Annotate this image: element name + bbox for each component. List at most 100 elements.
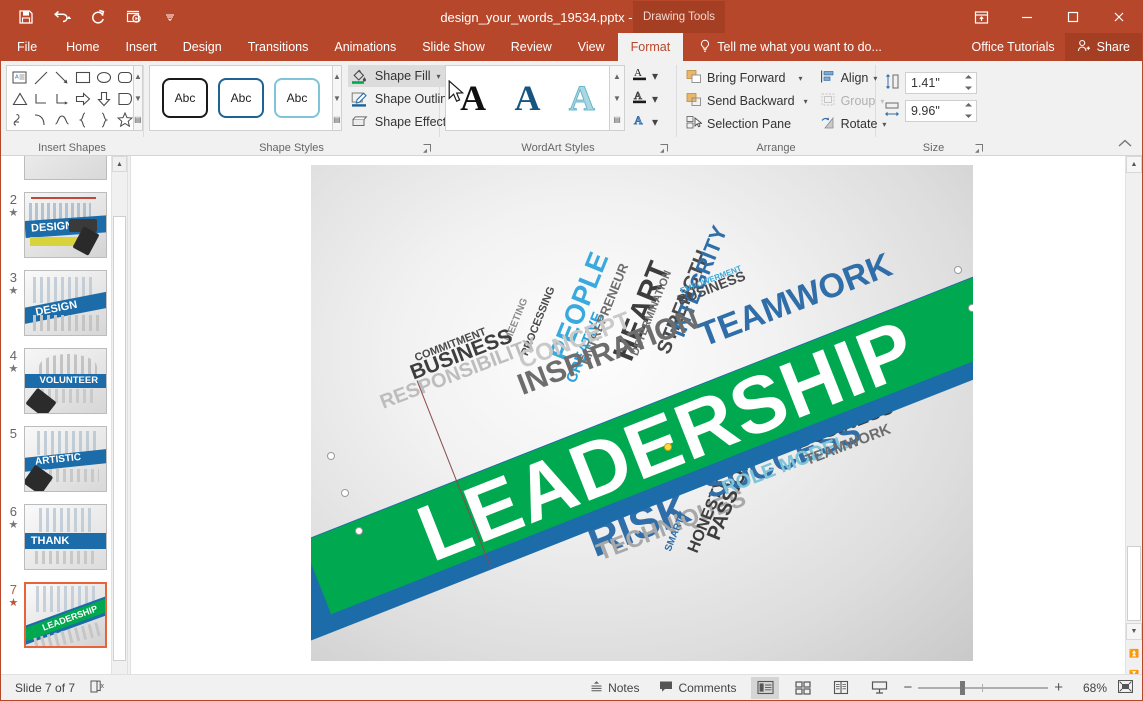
text-box-icon[interactable]: A <box>9 67 30 88</box>
thumbnail-image[interactable] <box>24 156 107 180</box>
zoom-slider-handle[interactable] <box>960 681 965 695</box>
thumbnail-slide-5[interactable]: 5 ARTISTIC <box>1 420 111 498</box>
shape-height-input[interactable]: 1.41" <box>905 72 977 94</box>
thumbnail-slide-2[interactable]: 2 ★ DESIGN <box>1 186 111 264</box>
shape-styles-scroll-down-icon[interactable]: ▼ <box>333 88 341 109</box>
shape-style-preset-2[interactable]: Abc <box>218 78 264 118</box>
zoom-slider[interactable]: − + <box>903 679 1063 696</box>
slide-counter[interactable]: Slide 7 of 7 <box>15 681 75 695</box>
size-dialog-launcher[interactable] <box>974 143 986 155</box>
language-icon[interactable]: x <box>89 679 107 697</box>
chevron-down-icon[interactable] <box>159 6 181 28</box>
wordart-scroll-down-icon[interactable]: ▼ <box>610 88 624 109</box>
tab-view[interactable]: View <box>565 33 618 61</box>
text-outline-button[interactable]: A ▾ <box>631 88 658 109</box>
slide-scrollbar[interactable]: ▲ ▼ ⏫ ⏬ <box>1125 156 1142 701</box>
zoom-out-button[interactable]: − <box>903 679 912 696</box>
gallery-more-icon[interactable]: ▤ <box>134 109 142 130</box>
wordart-preset-3[interactable]: A <box>569 77 595 119</box>
triangle-icon[interactable] <box>9 88 30 109</box>
slide-canvas[interactable]: MEETINGPROCESSINGPEOPLECREATIVEENTREPREN… <box>311 165 973 661</box>
curve-icon[interactable] <box>51 109 72 130</box>
tab-transitions[interactable]: Transitions <box>235 33 322 61</box>
thumbnail-scroll-thumb[interactable] <box>113 216 126 661</box>
right-brace-icon[interactable] <box>93 109 114 130</box>
slide-scroll-up-icon[interactable]: ▲ <box>1126 156 1142 173</box>
text-fill-caret-icon[interactable]: ▾ <box>652 69 658 83</box>
fit-to-window-icon[interactable] <box>1117 679 1134 697</box>
slide-thumbnail-pane[interactable]: 1 2 ★ DESIGN <box>1 156 127 701</box>
thumbnail-scroll-up-icon[interactable]: ▲ <box>112 156 127 172</box>
thumbnail-slide-4[interactable]: 4 ★ VOLUNTEER <box>1 342 111 420</box>
selection-handle-mid-left[interactable] <box>341 489 349 497</box>
office-tutorials-link[interactable]: Office Tutorials <box>962 40 1065 54</box>
thumbnail-image[interactable]: DESIGN <box>24 270 107 336</box>
share-button[interactable]: Share <box>1065 33 1142 61</box>
thumbnail-image[interactable]: THANK <box>24 504 107 570</box>
thumbnail-slide-7[interactable]: 7 ★ LEADERSHIP <box>1 576 111 654</box>
wordart-dialog-launcher[interactable] <box>659 143 671 155</box>
present-icon[interactable] <box>123 6 145 28</box>
shapes-gallery-scroll[interactable]: ▲ ▼ ▤ <box>134 65 143 131</box>
scribble-icon[interactable] <box>9 109 30 130</box>
wordart-scroll-up-icon[interactable]: ▲ <box>610 66 624 87</box>
oval-icon[interactable] <box>93 67 114 88</box>
bring-forward-button[interactable]: Bring Forward ▾ <box>682 67 812 89</box>
send-backward-button[interactable]: Send Backward ▾ <box>682 90 812 112</box>
gallery-scroll-down-icon[interactable]: ▼ <box>134 88 142 109</box>
thumbnail-scrollbar[interactable]: ▲ ▼ <box>111 156 127 701</box>
left-brace-icon[interactable] <box>72 109 93 130</box>
tab-slide-show[interactable]: Slide Show <box>409 33 498 61</box>
selection-handle-top-left[interactable] <box>327 452 335 460</box>
shape-styles-dialog-launcher[interactable] <box>422 143 434 155</box>
previous-slide-button[interactable]: ⏫ <box>1126 644 1142 663</box>
thumbnail-slide-3[interactable]: 3 ★ DESIGN <box>1 264 111 342</box>
line-arrow-icon[interactable] <box>51 67 72 88</box>
wordart-styles-scroll[interactable]: ▲ ▼ ▤ <box>610 65 625 131</box>
rounded-rectangle-icon[interactable] <box>114 67 135 88</box>
text-outline-caret-icon[interactable]: ▾ <box>652 92 658 106</box>
shape-styles-scroll-up-icon[interactable]: ▲ <box>333 66 341 87</box>
reading-view-icon[interactable] <box>827 677 855 699</box>
star-icon[interactable] <box>114 109 135 130</box>
redo-icon[interactable] <box>87 6 109 28</box>
text-effects-button[interactable]: A ▾ <box>631 111 658 132</box>
ribbon-display-icon[interactable] <box>958 1 1004 33</box>
shape-styles-scroll[interactable]: ▲ ▼ ▤ <box>333 65 342 131</box>
selection-handle-top-right[interactable] <box>954 266 962 274</box>
shape-styles-gallery[interactable]: Abc Abc Abc <box>149 65 333 131</box>
thumbnail-slide-1[interactable]: 1 <box>1 156 111 186</box>
thumbnail-image[interactable]: VOLUNTEER <box>24 348 107 414</box>
slide-editing-stage[interactable]: MEETINGPROCESSINGPEOPLECREATIVEENTREPREN… <box>131 156 1142 701</box>
text-effects-caret-icon[interactable]: ▾ <box>652 115 658 129</box>
comments-button[interactable]: Comments <box>654 678 741 698</box>
thumbnail-image[interactable]: LEADERSHIP <box>24 582 107 648</box>
shape-width-input[interactable]: 9.96" <box>905 100 977 122</box>
shape-width-stepper[interactable] <box>963 102 974 120</box>
collapse-ribbon-button[interactable] <box>1118 139 1132 151</box>
wordart-styles-gallery[interactable]: A A A <box>445 65 610 131</box>
line-icon[interactable] <box>30 67 51 88</box>
pentagon-icon[interactable] <box>114 88 135 109</box>
zoom-in-button[interactable]: + <box>1054 679 1063 696</box>
selection-pane-button[interactable]: Selection Pane <box>682 113 812 135</box>
arc-icon[interactable] <box>30 109 51 130</box>
right-arrow-icon[interactable] <box>72 88 93 109</box>
elbow-arrow-connector-icon[interactable] <box>51 88 72 109</box>
zoom-track[interactable] <box>918 687 1048 689</box>
thumbnail-image[interactable]: DESIGN <box>24 192 107 258</box>
minimize-icon[interactable] <box>1004 1 1050 33</box>
shape-style-preset-3[interactable]: Abc <box>274 78 320 118</box>
selection-handle-mid-right[interactable] <box>968 304 973 312</box>
selection-handle-bottom-left[interactable] <box>355 527 363 535</box>
bring-forward-caret-icon[interactable]: ▾ <box>799 74 803 83</box>
thumbnail-image[interactable]: ARTISTIC <box>24 426 107 492</box>
zoom-level[interactable]: 68% <box>1073 681 1107 695</box>
tab-file[interactable]: File <box>1 33 53 61</box>
slide-scroll-thumb[interactable] <box>1127 546 1141 621</box>
elbow-connector-icon[interactable] <box>30 88 51 109</box>
tab-animations[interactable]: Animations <box>321 33 409 61</box>
close-icon[interactable] <box>1096 1 1142 33</box>
gallery-scroll-up-icon[interactable]: ▲ <box>134 66 142 87</box>
send-backward-caret-icon[interactable]: ▾ <box>804 97 808 106</box>
